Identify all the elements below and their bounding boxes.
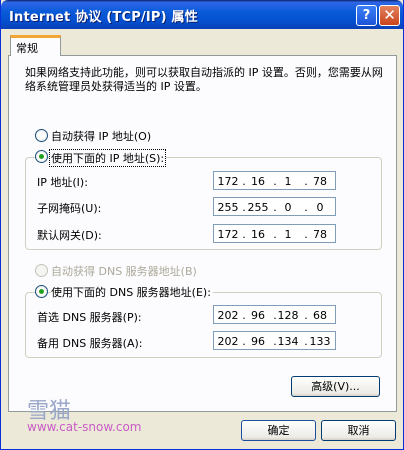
octet: 96 bbox=[251, 335, 265, 348]
octet: 255 bbox=[247, 201, 269, 214]
cancel-button[interactable]: 取消 bbox=[321, 420, 396, 441]
radio-selected-dot bbox=[39, 289, 44, 294]
octet: 78 bbox=[313, 228, 327, 241]
preferred-dns-input[interactable]: 202. 96. 128. 68 bbox=[213, 305, 336, 324]
default-gateway-input[interactable]: 172. 16. 1. 78 bbox=[213, 224, 336, 243]
octet: 68 bbox=[313, 309, 327, 322]
subnet-mask-input[interactable]: 255. 255. 0. 0 bbox=[213, 197, 336, 216]
octet: 255 bbox=[217, 201, 239, 214]
octet: 134 bbox=[277, 335, 299, 348]
radio-auto-ip[interactable] bbox=[35, 129, 48, 142]
close-button[interactable]: ✕ bbox=[379, 5, 400, 26]
radio-manual-ip[interactable] bbox=[35, 150, 48, 163]
radio-manual-dns[interactable] bbox=[35, 285, 48, 298]
octet: 172 bbox=[217, 228, 239, 241]
octet: 16 bbox=[251, 228, 265, 241]
ip-address-label: IP 地址(I): bbox=[37, 176, 88, 189]
window-title: Internet 协议 (TCP/IP) 属性 bbox=[9, 10, 198, 25]
radio-auto-dns-label: 自动获得 DNS 服务器地址(B) bbox=[51, 265, 197, 278]
advanced-button[interactable]: 高级(V)... bbox=[291, 376, 380, 397]
title-bar[interactable]: Internet 协议 (TCP/IP) 属性 ? ✕ bbox=[1, 0, 403, 29]
octet: 1 bbox=[284, 175, 292, 188]
octet: 0 bbox=[284, 201, 292, 214]
ok-button[interactable]: 确定 bbox=[241, 420, 316, 441]
help-button[interactable]: ? bbox=[356, 5, 377, 26]
octet: 78 bbox=[313, 175, 327, 188]
tab-general[interactable]: 常规 bbox=[10, 35, 61, 56]
alternate-dns-label: 备用 DNS 服务器(A): bbox=[37, 337, 143, 350]
tab-label: 常规 bbox=[16, 42, 38, 55]
watermark-url: www.cat-snow.com bbox=[27, 420, 142, 434]
radio-manual-ip-label[interactable]: 使用下面的 IP 地址(S): bbox=[49, 149, 167, 167]
octet: 202 bbox=[217, 309, 239, 322]
radio-auto-dns bbox=[35, 264, 48, 277]
dialog-window: Internet 协议 (TCP/IP) 属性 ? ✕ 常规 如果网络支持此功能… bbox=[0, 0, 404, 450]
default-gateway-label: 默认网关(D): bbox=[37, 229, 102, 242]
octet: 202 bbox=[217, 335, 239, 348]
radio-auto-ip-label[interactable]: 自动获得 IP 地址(O) bbox=[51, 128, 151, 144]
preferred-dns-label: 首选 DNS 服务器(P): bbox=[37, 311, 142, 324]
radio-selected-dot bbox=[39, 154, 44, 159]
description-text: 如果网络支持此功能，则可以获取自动指派的 IP 设置。否则，您需要从网络系统管理… bbox=[25, 66, 383, 93]
octet: 0 bbox=[316, 201, 324, 214]
octet: 128 bbox=[277, 309, 299, 322]
octet: 96 bbox=[251, 309, 265, 322]
octet: 1 bbox=[284, 228, 292, 241]
octet: 16 bbox=[251, 175, 265, 188]
octet: 172 bbox=[217, 175, 239, 188]
ip-address-input[interactable]: 172. 16. 1. 78 bbox=[213, 171, 336, 190]
radio-manual-dns-label[interactable]: 使用下面的 DNS 服务器地址(E): bbox=[51, 284, 213, 300]
alternate-dns-input[interactable]: 202. 96. 134. 133 bbox=[213, 331, 336, 350]
octet: 133 bbox=[309, 335, 331, 348]
subnet-mask-label: 子网掩码(U): bbox=[37, 202, 102, 215]
